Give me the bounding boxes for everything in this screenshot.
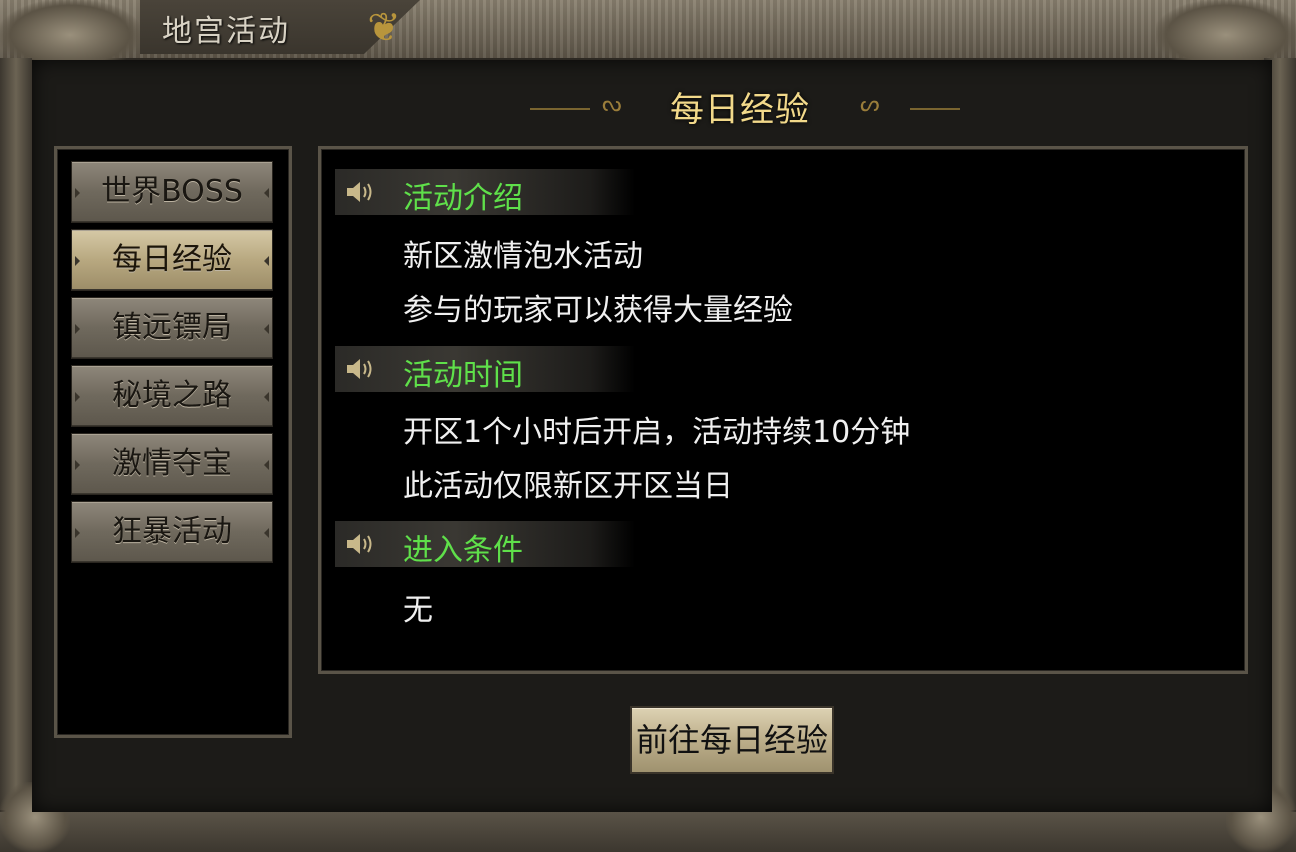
section-title: 活动时间	[403, 358, 523, 393]
speaker-icon	[347, 359, 372, 379]
section-text: 参与的玩家可以获得大量经验	[403, 293, 793, 328]
heading-line-right	[910, 108, 960, 110]
title-bar: 地宫活动 ❦	[0, 0, 1296, 60]
section-title: 进入条件	[403, 533, 523, 568]
swirl-ornament-icon: ᔕ	[860, 92, 880, 117]
activity-details: 活动介绍 新区激情泡水活动 参与的玩家可以获得大量经验 活动时间 开区1个小时后…	[318, 146, 1248, 674]
window-frame: 地宫活动 ❦ ᔓ 每日经验 ᔕ 世界BOSS 每日经验 镇远镖局 秘境之路 激情…	[0, 0, 1296, 852]
section-header-time: 活动时间	[335, 346, 635, 393]
window-title: 地宫活动	[162, 14, 290, 49]
section-text: 此活动仅限新区开区当日	[403, 469, 733, 504]
go-daily-exp-button[interactable]: 前往每日经验	[630, 706, 834, 774]
sidebar-item-secret-path[interactable]: 秘境之路	[71, 365, 273, 427]
sidebar-item-world-boss[interactable]: 世界BOSS	[71, 161, 273, 223]
sidebar-item-daily-exp[interactable]: 每日经验	[71, 229, 273, 291]
speaker-icon	[347, 182, 372, 202]
section-heading: ᔓ 每日经验 ᔕ	[520, 82, 960, 130]
section-text: 开区1个小时后开启，活动持续10分钟	[403, 415, 911, 450]
heading-title: 每日经验	[670, 90, 810, 130]
section-title: 活动介绍	[403, 181, 523, 216]
bottom-frame-border	[0, 810, 1296, 852]
left-frame-border	[0, 58, 32, 818]
section-header-requirements: 进入条件	[335, 521, 635, 568]
section-text: 新区激情泡水活动	[403, 239, 643, 274]
activity-sidebar: 世界BOSS 每日经验 镇远镖局 秘境之路 激情夺宝 狂暴活动	[54, 146, 292, 738]
dragon-ornament-icon: ❦	[367, 5, 401, 51]
speaker-icon	[347, 534, 372, 554]
section-header-intro: 活动介绍	[335, 169, 635, 216]
sidebar-item-escort[interactable]: 镇远镖局	[71, 297, 273, 359]
sidebar-item-rampage[interactable]: 狂暴活动	[71, 501, 273, 563]
section-text: 无	[403, 593, 433, 628]
sidebar-item-treasure[interactable]: 激情夺宝	[71, 433, 273, 495]
